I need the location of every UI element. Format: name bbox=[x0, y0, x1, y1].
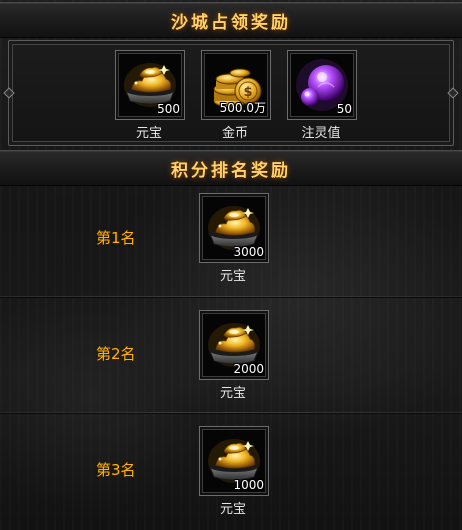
row-divider bbox=[0, 296, 462, 297]
item-count: 500.0万 bbox=[219, 101, 266, 115]
rank-2-reward-item[interactable]: 2000 bbox=[199, 310, 269, 380]
row-divider bbox=[0, 412, 462, 413]
item-name: 注灵值 bbox=[301, 126, 341, 141]
item-count: 50 bbox=[336, 102, 352, 116]
item-name: 元宝 bbox=[219, 502, 246, 517]
rank-reward-header: 积分排名奖励 bbox=[0, 150, 462, 186]
siege-reward-title: 沙城占领奖励 bbox=[171, 12, 291, 33]
rank-reward-title: 积分排名奖励 bbox=[171, 160, 291, 181]
siege-reward-header: 沙城占领奖励 bbox=[0, 2, 462, 38]
item-name: 金币 bbox=[221, 126, 248, 141]
siege-reward-item-spirit[interactable]: 50 bbox=[287, 50, 357, 120]
item-count: 1000 bbox=[233, 478, 264, 492]
item-name: 元宝 bbox=[219, 386, 246, 401]
item-count: 2000 bbox=[233, 362, 264, 376]
siege-reward-item-yuanbao[interactable]: 500 bbox=[115, 50, 185, 120]
item-name: 元宝 bbox=[219, 269, 246, 284]
rank-1-reward-item[interactable]: 3000 bbox=[199, 193, 269, 263]
rank-label: 第2名 bbox=[96, 345, 136, 363]
rank-3-reward-item[interactable]: 1000 bbox=[199, 426, 269, 496]
rank-label: 第3名 bbox=[96, 461, 136, 479]
reward-panel: 沙城占领奖励 500 元宝 500.0万 金币 50 注灵值 积分排名奖励 第1… bbox=[0, 0, 462, 530]
item-count: 3000 bbox=[233, 245, 264, 259]
siege-reward-item-gold-coins[interactable]: 500.0万 bbox=[201, 50, 271, 120]
item-count: 500 bbox=[157, 102, 180, 116]
item-name: 元宝 bbox=[135, 126, 162, 141]
rank-label: 第1名 bbox=[96, 229, 136, 247]
